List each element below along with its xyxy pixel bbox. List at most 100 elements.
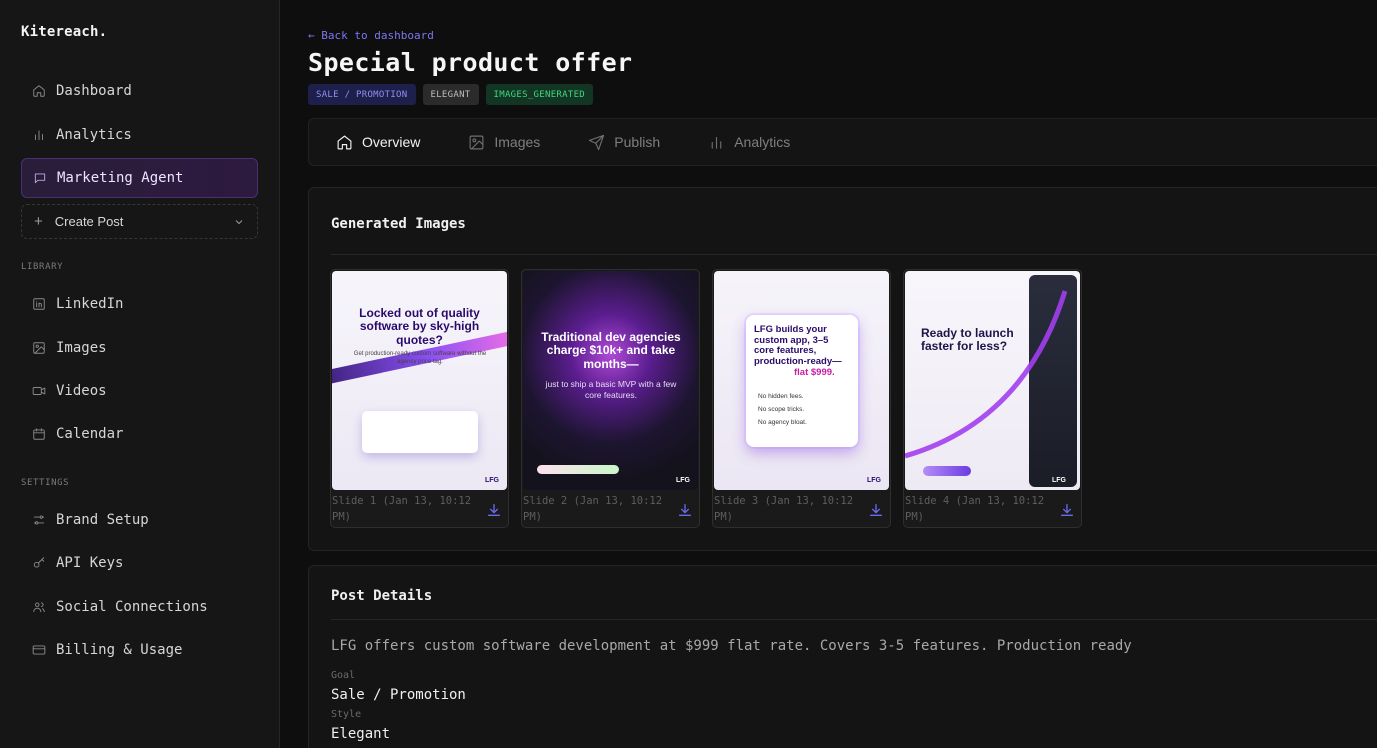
progress-pill — [537, 465, 619, 474]
style-value: Elegant — [331, 726, 391, 742]
slide-thumbnail[interactable]: Traditional dev agencies charge $10k+ an… — [521, 269, 700, 528]
goal-label: Goal — [331, 670, 356, 681]
sidebar-item-label: Social Connections — [56, 599, 208, 615]
slide-logo: LFG — [676, 477, 690, 484]
back-to-dashboard-link[interactable]: ← Back to dashboard — [308, 29, 434, 42]
sidebar-item-analytics[interactable]: Analytics — [21, 115, 258, 155]
sidebar-item-label: LinkedIn — [56, 296, 124, 312]
sidebar-item-marketing-agent[interactable]: Marketing Agent — [21, 158, 258, 198]
slide-caption: Slide 2 (Jan 13, 10:12 PM) — [523, 495, 663, 523]
slide-logo: LFG — [867, 477, 881, 484]
tab-images[interactable]: Images — [468, 134, 540, 151]
sidebar-item-label: Billing & Usage — [56, 642, 183, 658]
download-icon[interactable] — [1059, 502, 1075, 518]
bar-chart-icon — [711, 136, 722, 149]
slide-bullet: No agency bloat. — [758, 419, 807, 426]
library-section-label: LIBRARY — [21, 262, 64, 272]
slide-caption: Slide 1 (Jan 13, 10:12 PM) — [332, 495, 472, 523]
sidebar-item-label: Brand Setup — [56, 512, 149, 528]
mock-card — [362, 411, 478, 453]
credit-card-icon — [32, 643, 46, 657]
post-description: LFG offers custom software development a… — [331, 638, 1132, 654]
download-icon[interactable] — [486, 502, 502, 518]
goal-value: Sale / Promotion — [331, 687, 466, 703]
calendar-icon — [32, 427, 46, 441]
send-icon — [589, 134, 605, 150]
tab-overview[interactable]: Overview — [336, 134, 420, 151]
slide-image: Traditional dev agencies charge $10k+ an… — [523, 271, 698, 490]
chevron-down-icon — [235, 219, 243, 224]
image-icon — [469, 135, 484, 149]
video-icon — [32, 384, 46, 398]
page-title: Special product offer — [308, 48, 633, 77]
sidebar-item-label: Calendar — [56, 426, 124, 442]
slide-thumbnail[interactable]: Ready to launch faster for less? LFG Sli… — [903, 269, 1082, 528]
linkedin-icon — [32, 297, 46, 311]
slide-headline: Locked out of quality software by sky-hi… — [359, 306, 480, 347]
goal-badge: SALE / PROMOTION — [308, 84, 416, 105]
tab-label: Images — [494, 134, 541, 150]
sidebar-item-images[interactable]: Images — [21, 328, 258, 368]
tab-label: Analytics — [734, 134, 791, 150]
chat-icon — [33, 171, 47, 185]
slide-image: Locked out of quality software by sky-hi… — [332, 271, 507, 490]
slide-price: flat $999. — [794, 367, 835, 378]
sidebar-item-brand-setup[interactable]: Brand Setup — [21, 500, 258, 540]
slide-caption: Slide 3 (Jan 13, 10:12 PM) — [714, 495, 854, 523]
divider — [331, 619, 1377, 620]
tab-analytics[interactable]: Analytics — [708, 134, 790, 151]
sidebar-item-linkedin[interactable]: LinkedIn — [21, 284, 258, 324]
slide-logo: LFG — [1052, 477, 1066, 484]
slide-image: LFG builds your custom app, 3–5 core fea… — [714, 271, 889, 490]
slide-headline: Traditional dev agencies charge $10k+ an… — [541, 330, 681, 371]
tab-bar: Overview Images Publish Analytics — [308, 118, 1377, 166]
post-details-card: Post Details LFG offers custom software … — [308, 565, 1377, 748]
sidebar-item-api-keys[interactable]: API Keys — [21, 543, 258, 583]
tab-publish[interactable]: Publish — [588, 134, 660, 151]
style-badge: ELEGANT — [422, 84, 479, 105]
tab-label: Overview — [362, 134, 421, 150]
slide-bullet: No hidden fees. — [758, 393, 804, 400]
badge-row: SALE / PROMOTION ELEGANT IMAGES_GENERATE… — [308, 84, 594, 105]
sidebar-item-label: Videos — [56, 383, 107, 399]
home-icon — [337, 135, 352, 149]
sidebar-item-calendar[interactable]: Calendar — [21, 414, 258, 454]
brand-logo[interactable]: Kitereach. — [21, 24, 107, 40]
users-icon — [32, 600, 46, 614]
bar-chart-icon — [32, 128, 46, 142]
create-post-label: Create Post — [54, 214, 124, 229]
download-icon[interactable] — [868, 502, 884, 518]
slide-logo: LFG — [485, 477, 499, 484]
sidebar-item-videos[interactable]: Videos — [21, 371, 258, 411]
slide-image: Ready to launch faster for less? LFG — [905, 271, 1080, 490]
sidebar-item-label: Analytics — [56, 127, 132, 143]
sidebar-item-label: API Keys — [56, 555, 124, 571]
sidebar-item-label: Images — [56, 340, 107, 356]
cta-pill — [923, 466, 971, 476]
post-details-title: Post Details — [331, 588, 433, 604]
sliders-icon — [32, 513, 46, 527]
slide-thumbnail[interactable]: Locked out of quality software by sky-hi… — [330, 269, 509, 528]
generated-images-title: Generated Images — [331, 216, 466, 232]
slide-headline: Ready to launch faster for less? — [921, 326, 1014, 354]
sidebar-item-dashboard[interactable]: Dashboard — [21, 71, 258, 111]
key-icon — [32, 556, 46, 570]
sidebar-item-label: Marketing Agent — [57, 170, 184, 186]
status-badge: IMAGES_GENERATED — [485, 84, 594, 105]
light-arc — [905, 290, 1068, 459]
home-icon — [32, 84, 46, 98]
slide-headline: LFG builds your custom app, 3–5 core fea… — [754, 324, 842, 367]
sidebar-item-label: Dashboard — [56, 83, 132, 99]
download-icon[interactable] — [677, 502, 693, 518]
plus-icon: + — [34, 213, 43, 230]
sidebar-item-social-connections[interactable]: Social Connections — [21, 587, 258, 627]
slide-thumbnail[interactable]: LFG builds your custom app, 3–5 core fea… — [712, 269, 891, 528]
slide-subtext: Get production-ready custom software wit… — [353, 351, 487, 365]
sidebar-item-billing[interactable]: Billing & Usage — [21, 630, 258, 670]
create-post-dropdown[interactable]: + Create Post — [21, 204, 258, 239]
sidebar: Kitereach. Dashboard Analytics Marketing… — [0, 0, 280, 748]
tab-label: Publish — [614, 134, 661, 150]
slide-caption: Slide 4 (Jan 13, 10:12 PM) — [905, 495, 1045, 523]
style-label: Style — [331, 709, 362, 720]
slide-subtext: just to ship a basic MVP with a few core… — [545, 379, 677, 400]
